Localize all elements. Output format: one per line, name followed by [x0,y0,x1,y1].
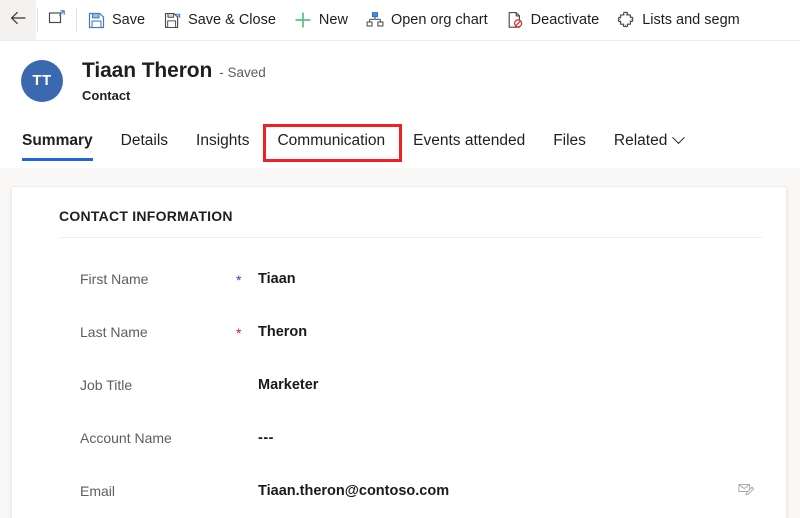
tab-communication[interactable]: Communication [263,120,399,161]
field-marker-account-name [236,437,258,439]
field-label-email: Email [80,482,116,499]
toolbar-divider-2 [76,8,77,32]
card-section-title: CONTACT INFORMATION [59,208,233,224]
record-header: TT Tiaan Theron - Saved Contact [0,41,800,120]
open-org-chart-button-label: Open org chart [390,11,488,28]
field-value-last-name[interactable]: Theron [258,324,728,340]
save-and-close-button-label: Save & Close [188,11,276,28]
tab-events-attended-label: Events attended [413,131,526,149]
field-label-first-name: First Name [80,270,149,287]
tab-bar: Summary Details Insights Communication E… [0,120,800,164]
lists-and-segments-icon [617,11,635,29]
contact-information-form: First Name * Tiaan Last Name * Theron Jo… [36,238,762,517]
avatar: TT [21,59,63,102]
contact-record-page: Save Save & Close New Open org chart Dea… [0,0,800,518]
lists-and-segments-button-label: Lists and segm [642,11,740,28]
deactivate-button[interactable]: Deactivate [497,0,609,40]
chevron-down-icon [672,131,686,145]
field-value-account-name[interactable]: --- [258,430,728,446]
field-row-last-name: Last Name * Theron [36,305,762,358]
command-bar: Save Save & Close New Open org chart Dea… [0,0,800,41]
form-body: CONTACT INFORMATION First Name * Tiaan L… [0,168,800,518]
save-and-close-icon [163,11,181,29]
field-row-email: Email Tiaan.theron@contoso.com [36,464,762,517]
save-floppy-icon [87,11,105,29]
page-title: Tiaan Theron [82,58,213,82]
avatar-initials: TT [32,72,52,89]
field-row-job-title: Job Title Marketer [36,358,762,411]
field-marker-email [236,490,258,492]
open-in-new-window-button[interactable] [39,0,75,40]
tab-summary[interactable]: Summary [22,120,107,161]
tab-related-label: Related [613,131,668,149]
back-button[interactable] [0,0,36,40]
field-marker-job-title [236,384,258,386]
required-field-marker-last-name: * [236,324,242,341]
field-row-first-name: First Name * Tiaan [36,252,762,305]
tab-communication-label: Communication [277,131,386,149]
open-org-chart-button[interactable]: Open org chart [357,0,497,40]
field-value-job-title[interactable]: Marketer [258,377,728,393]
save-and-close-button[interactable]: Save & Close [154,0,285,40]
field-label-account-name: Account Name [80,429,172,446]
save-button-label: Save [112,11,146,28]
record-title-row: Tiaan Theron - Saved [82,59,266,83]
open-in-new-window-icon [47,8,67,33]
deactivate-icon [506,11,524,29]
new-button-label: New [318,11,348,28]
save-button[interactable]: Save [78,0,154,40]
tab-related[interactable]: Related [600,120,697,161]
toolbar-divider-1 [37,8,38,32]
field-label-last-name: Last Name [80,323,148,340]
org-chart-icon [366,11,384,29]
recommended-field-marker-first-name: * [236,271,242,288]
send-email-button[interactable] [728,480,762,502]
tab-events-attended[interactable]: Events attended [399,120,539,161]
tab-insights[interactable]: Insights [182,120,263,161]
tab-files-label: Files [553,131,586,149]
plus-icon [294,11,312,29]
tab-summary-label: Summary [22,131,93,149]
field-value-first-name[interactable]: Tiaan [258,271,728,287]
tab-details[interactable]: Details [107,120,182,161]
tab-details-label: Details [120,131,169,149]
lists-and-segments-button[interactable]: Lists and segm [608,0,749,40]
record-title-block: Tiaan Theron - Saved Contact [82,59,266,103]
tab-files[interactable]: Files [539,120,600,161]
tab-insights-label: Insights [196,131,250,149]
field-row-account-name: Account Name --- [36,411,762,464]
deactivate-button-label: Deactivate [530,11,600,28]
email-envelope-icon [737,480,754,502]
field-value-email[interactable]: Tiaan.theron@contoso.com [258,483,728,499]
record-entity-label: Contact [82,87,131,103]
back-arrow-icon [8,8,28,33]
contact-information-card: CONTACT INFORMATION First Name * Tiaan L… [11,186,787,518]
field-label-job-title: Job Title [80,376,133,393]
new-button[interactable]: New [285,0,357,40]
save-status-text: - Saved [219,64,266,80]
